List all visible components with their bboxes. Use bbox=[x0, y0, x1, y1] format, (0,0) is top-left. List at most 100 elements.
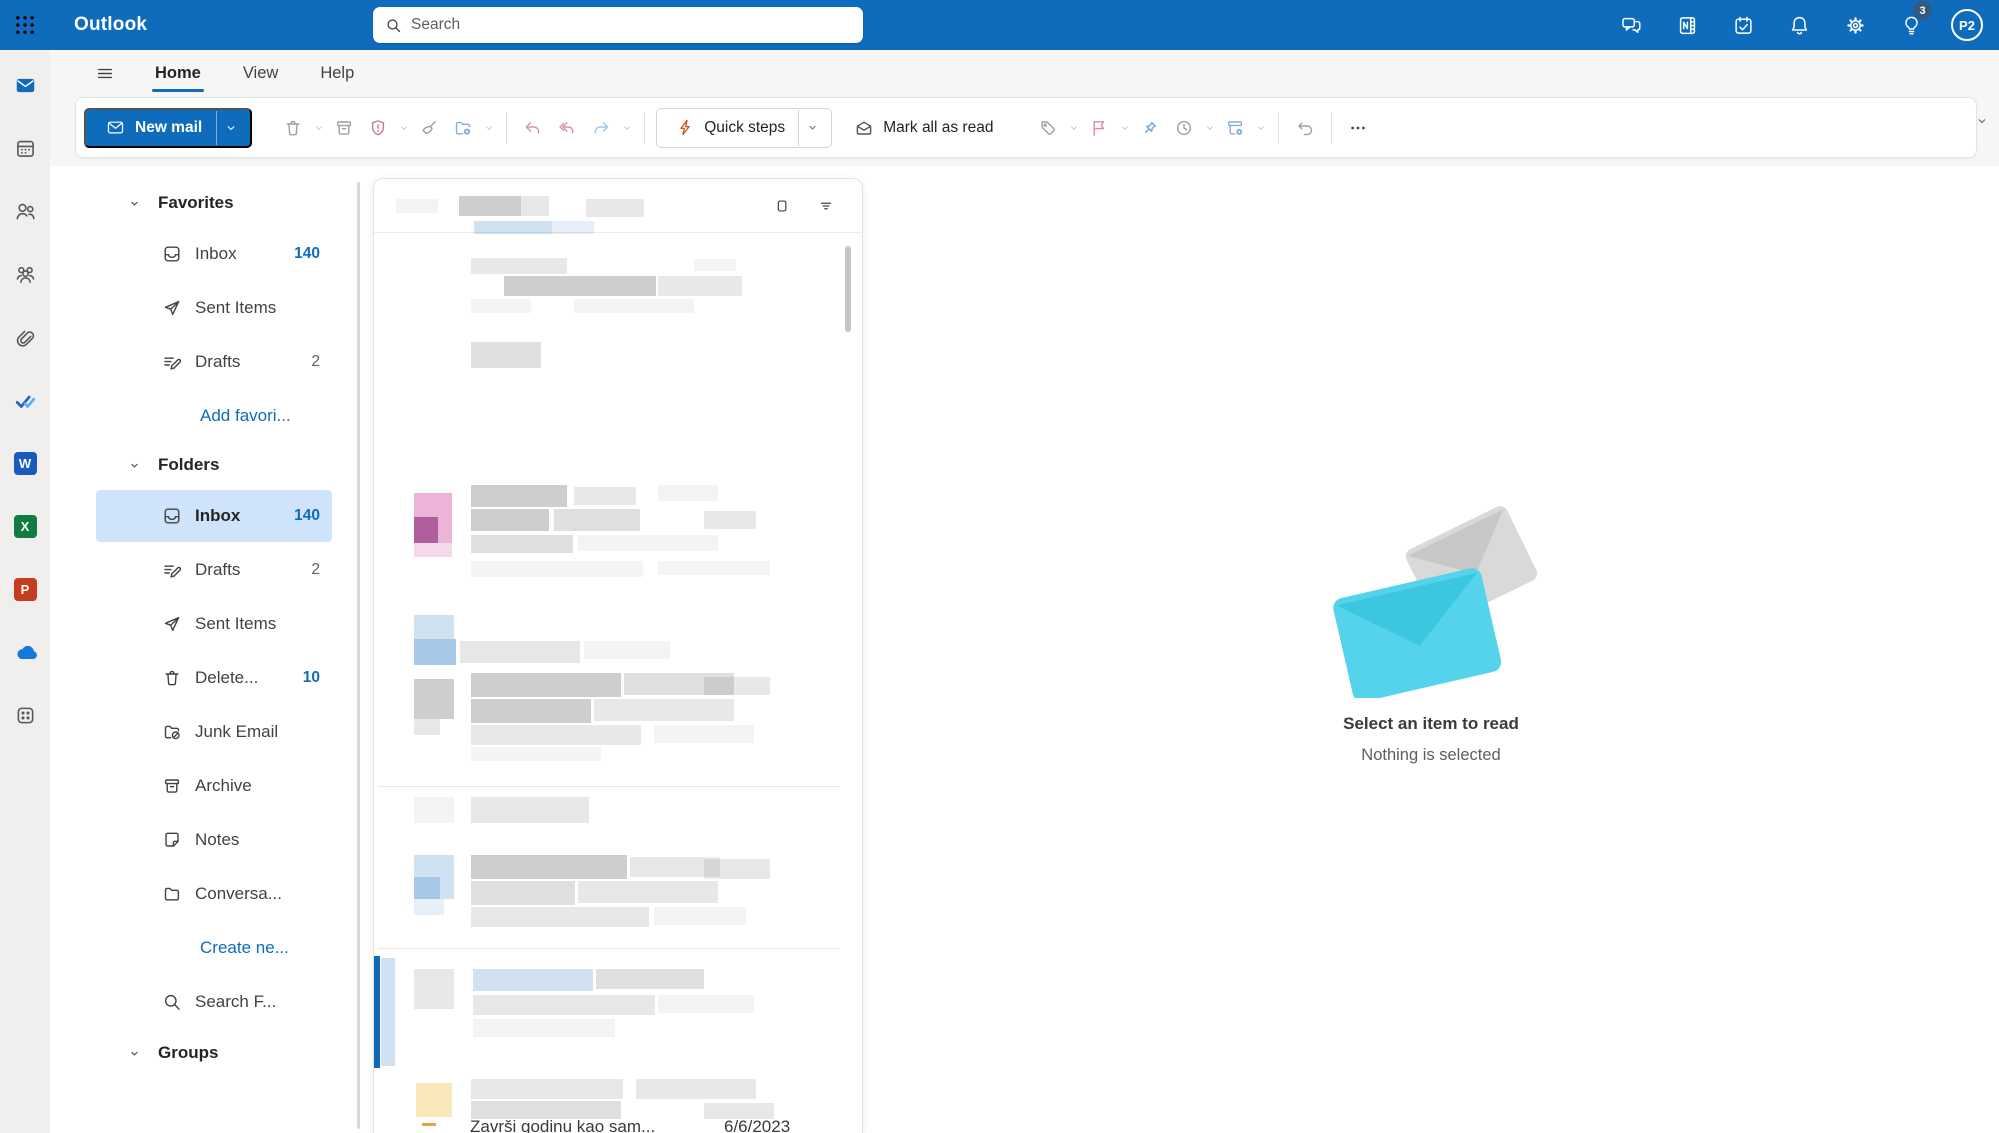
tab-help[interactable]: Help bbox=[317, 54, 357, 93]
settings-gear-icon[interactable] bbox=[1827, 0, 1883, 50]
folder-item-conversa[interactable]: Conversa... bbox=[96, 868, 332, 920]
folder-pane: Favorites Inbox140 Sent Items Drafts2Add… bbox=[50, 166, 373, 1133]
report-icon bbox=[368, 118, 388, 138]
link-addfavori[interactable]: Add favori... bbox=[50, 390, 373, 442]
section-header-favorites[interactable]: Favorites bbox=[50, 180, 373, 226]
section-header-folders[interactable]: Folders bbox=[50, 442, 373, 488]
rules-button[interactable] bbox=[1218, 108, 1252, 148]
move-to-button[interactable] bbox=[446, 108, 480, 148]
onenote-icon[interactable] bbox=[1659, 0, 1715, 50]
mark-all-as-read-button[interactable]: Mark all as read bbox=[842, 108, 1005, 148]
folder-item-inbox[interactable]: Inbox140 bbox=[96, 490, 332, 542]
notifications-bell-icon[interactable] bbox=[1771, 0, 1827, 50]
tips-lightbulb-icon[interactable]: 3 bbox=[1883, 0, 1939, 50]
attachments-icon bbox=[14, 326, 37, 349]
tab-home[interactable]: Home bbox=[152, 54, 204, 93]
sent-icon bbox=[162, 298, 182, 318]
snooze-button[interactable] bbox=[1167, 108, 1201, 148]
note-icon bbox=[162, 830, 182, 850]
reply-button[interactable] bbox=[516, 108, 550, 148]
forward-button[interactable] bbox=[584, 108, 618, 148]
folder-item-drafts[interactable]: Drafts2 bbox=[96, 336, 332, 388]
redacted-block bbox=[414, 969, 454, 1009]
topbar-actions: 3 P2 bbox=[1603, 0, 1993, 50]
snooze-dropdown-chevron-icon[interactable] bbox=[1201, 108, 1218, 148]
forward-dropdown-chevron-icon[interactable] bbox=[618, 108, 635, 148]
redacted-block bbox=[471, 797, 589, 823]
tab-view[interactable]: View bbox=[240, 54, 281, 93]
folder-item-sentitems[interactable]: Sent Items bbox=[96, 598, 332, 650]
rail-item-excel[interactable]: X bbox=[0, 495, 50, 558]
folder-item-junkemail[interactable]: Junk Email bbox=[96, 706, 332, 758]
folder-pane-scrollbar[interactable] bbox=[357, 182, 360, 1129]
categorize-button[interactable] bbox=[1031, 108, 1065, 148]
archive-button[interactable] bbox=[327, 108, 361, 148]
folder-item-sentitems[interactable]: Sent Items bbox=[96, 282, 332, 334]
folder-item-delete[interactable]: Delete...10 bbox=[96, 652, 332, 704]
more-options-button[interactable] bbox=[1341, 108, 1375, 148]
flag-dropdown-chevron-icon[interactable] bbox=[1116, 108, 1133, 148]
rail-item-groups[interactable] bbox=[0, 243, 50, 306]
rail-item-powerpoint[interactable]: P bbox=[0, 558, 50, 621]
message-list-item[interactable]: Završi godinu kao sam... 6/6/2023 bbox=[374, 1117, 862, 1133]
new-mail-button[interactable]: New mail bbox=[84, 108, 252, 148]
report-button[interactable] bbox=[361, 108, 395, 148]
unread-count: 2 bbox=[311, 561, 320, 579]
redacted-block bbox=[658, 561, 770, 575]
rail-item-word[interactable]: W bbox=[0, 432, 50, 495]
ribbon-toolbar: New mail Quick steps Mark all as read bbox=[75, 97, 1977, 158]
categorize-dropdown-chevron-icon[interactable] bbox=[1065, 108, 1082, 148]
app-launcher-icon[interactable] bbox=[0, 0, 50, 50]
trash-icon bbox=[162, 668, 182, 688]
reply-all-button[interactable] bbox=[550, 108, 584, 148]
rail-item-people[interactable] bbox=[0, 180, 50, 243]
select-messages-icon[interactable] bbox=[768, 192, 796, 220]
sweep-button[interactable] bbox=[412, 108, 446, 148]
rail-item-to-do[interactable] bbox=[0, 369, 50, 432]
pin-button[interactable] bbox=[1133, 108, 1167, 148]
teams-chat-icon[interactable] bbox=[1603, 0, 1659, 50]
account-avatar[interactable]: P2 bbox=[1951, 9, 1983, 41]
filter-icon[interactable] bbox=[812, 192, 840, 220]
rules-dropdown-chevron-icon[interactable] bbox=[1252, 108, 1269, 148]
report-dropdown-chevron-icon[interactable] bbox=[395, 108, 412, 148]
flag-button[interactable] bbox=[1082, 108, 1116, 148]
folder-item-inbox[interactable]: Inbox140 bbox=[96, 228, 332, 280]
chevron-down-icon bbox=[128, 197, 141, 210]
move-to-dropdown-chevron-icon[interactable] bbox=[480, 108, 497, 148]
quick-steps-dropdown-chevron-icon[interactable] bbox=[798, 110, 825, 146]
search-input[interactable]: Search bbox=[373, 7, 863, 43]
folder-item-searchf[interactable]: Search F... bbox=[96, 976, 332, 1028]
rail-item-attachments[interactable] bbox=[0, 306, 50, 369]
redacted-block bbox=[704, 859, 770, 879]
rail-item-mail[interactable] bbox=[0, 54, 50, 117]
folder-item-drafts[interactable]: Drafts2 bbox=[96, 544, 332, 596]
hamburger-menu-icon[interactable] bbox=[90, 56, 120, 90]
delete-dropdown-chevron-icon[interactable] bbox=[310, 108, 327, 148]
redacted-block bbox=[471, 699, 591, 723]
redacted-block bbox=[578, 881, 718, 903]
quick-steps-button[interactable]: Quick steps bbox=[656, 108, 832, 148]
rail-item-calendar[interactable] bbox=[0, 117, 50, 180]
folder-item-archive[interactable]: Archive bbox=[96, 760, 332, 812]
redacted-block bbox=[414, 543, 452, 557]
planner-check-icon[interactable] bbox=[1715, 0, 1771, 50]
snooze-icon bbox=[1174, 118, 1194, 138]
new-mail-dropdown-chevron-icon[interactable] bbox=[216, 111, 244, 145]
section-header-groups[interactable]: Groups bbox=[50, 1030, 373, 1076]
toolbar-divider bbox=[506, 112, 507, 144]
undo-button[interactable] bbox=[1288, 108, 1322, 148]
toolbar-divider bbox=[1278, 112, 1279, 144]
delete-button[interactable] bbox=[276, 108, 310, 148]
flag-icon bbox=[1089, 118, 1109, 138]
link-createne[interactable]: Create ne... bbox=[50, 922, 373, 974]
folder-item-notes[interactable]: Notes bbox=[96, 814, 332, 866]
redacted-block bbox=[584, 641, 670, 659]
rail-item-more-apps[interactable] bbox=[0, 684, 50, 747]
redacted-block bbox=[414, 615, 454, 639]
chevron-down-icon bbox=[128, 459, 141, 472]
rail-item-onedrive[interactable] bbox=[0, 621, 50, 684]
redacted-block bbox=[504, 276, 656, 296]
message-list-scrollbar[interactable] bbox=[845, 246, 851, 332]
collapse-ribbon-chevron-icon[interactable] bbox=[1969, 108, 1995, 134]
